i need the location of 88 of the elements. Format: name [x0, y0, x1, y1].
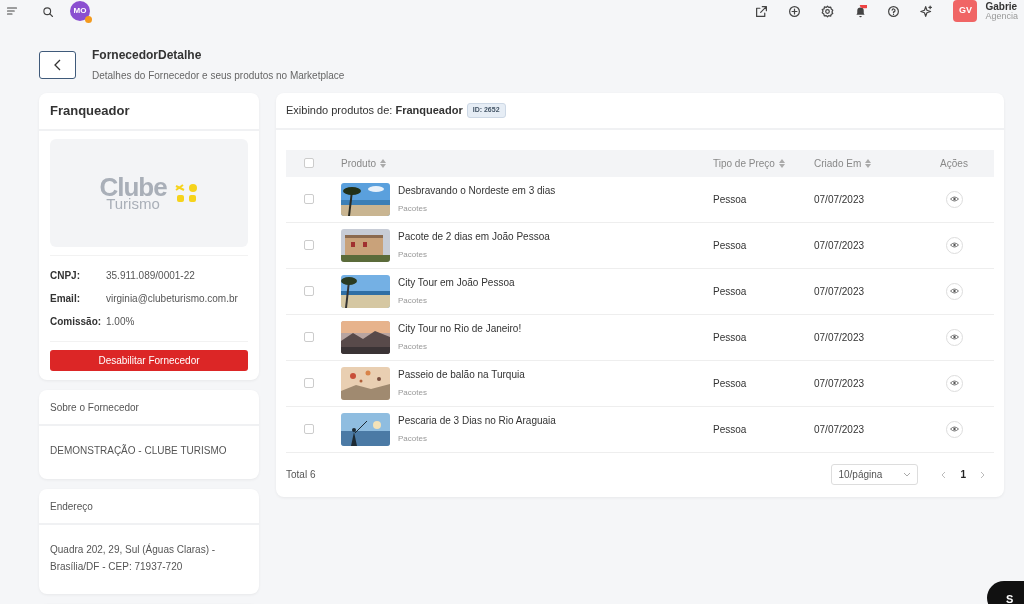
card-title: Exibindo produtos de: Franqueador [286, 103, 463, 118]
column-header: Criado Em [814, 156, 862, 171]
menu-icon[interactable] [6, 5, 18, 17]
add-icon[interactable] [788, 4, 802, 18]
product-category: Pacotes [398, 249, 428, 261]
select-all-checkbox[interactable] [304, 158, 314, 168]
table-cell: Pessoa [713, 377, 747, 389]
table-cell: 07/07/2023 [814, 239, 865, 251]
page-button[interactable]: 1 [960, 467, 966, 482]
column-header: Produto [341, 156, 377, 171]
sort-icon[interactable] [778, 158, 785, 168]
page-title: FornecedorDetalhe [92, 47, 203, 64]
sort-icon[interactable] [865, 158, 872, 168]
search-icon[interactable] [42, 5, 54, 18]
view-button[interactable] [945, 328, 963, 346]
field-label: CNPJ: [50, 268, 81, 283]
view-button[interactable] [945, 190, 963, 208]
field-value: virginia@clubeturismo.com.br [106, 291, 238, 306]
product-name: City Tour no Rio de Janeiro! [398, 322, 522, 336]
next-page-icon[interactable] [980, 470, 986, 479]
total-count: Total 6 [286, 468, 316, 482]
row-checkbox[interactable] [304, 286, 314, 296]
page-subtitle: Detalhes do Fornecedor e seus produtos no Marketplace [92, 69, 345, 83]
table-cell: Pessoa [713, 331, 747, 343]
settings-icon[interactable] [821, 4, 835, 18]
row-checkbox[interactable] [304, 378, 314, 388]
row-checkbox[interactable] [304, 240, 314, 250]
row-checkbox[interactable] [304, 332, 314, 342]
previous-page-icon[interactable] [940, 470, 947, 479]
product-name: Desbravando o Nordeste em 3 dias [398, 184, 556, 198]
card-text: Quadra 202, 29, Sul (Águas Claras) - Brasília/DF - CEP: 71937-720 [50, 544, 216, 572]
table-cell: 07/07/2023 [814, 331, 865, 343]
card-title: Franqueador [50, 103, 130, 118]
back-icon [52, 58, 63, 71]
external-link-icon[interactable] [755, 4, 769, 18]
eye-icon [949, 242, 959, 248]
field-label: Comissão: [50, 314, 103, 329]
table-cell: Pessoa [713, 285, 747, 297]
logo-text: Turismo [106, 196, 160, 211]
sort-icon[interactable] [380, 158, 387, 168]
notification-icon[interactable] [854, 4, 868, 18]
eye-icon [949, 334, 959, 340]
product-name: City Tour em João Pessoa [398, 276, 515, 290]
eye-icon [949, 426, 959, 432]
product-category: Pacotes [398, 341, 428, 353]
product-category: Pacotes [398, 203, 428, 215]
card-title: Sobre o Fornecedor [50, 401, 139, 413]
table-cell: 07/07/2023 [814, 423, 865, 435]
column-header: Ações [940, 156, 968, 171]
field-value: 1.00% [106, 314, 135, 329]
column-header: Tipo de Preço [713, 156, 775, 171]
view-button[interactable] [945, 282, 963, 300]
table-cell: Pessoa [713, 423, 747, 435]
product-category: Pacotes [398, 433, 428, 445]
chat-button[interactable]: S [987, 581, 1024, 604]
row-checkbox[interactable] [304, 194, 314, 204]
disable-supplier-button[interactable]: Desabilitar Fornecedor [50, 349, 248, 371]
card-title: Endereço [50, 500, 93, 512]
table-cell: Pessoa [713, 193, 747, 205]
view-button[interactable] [945, 236, 963, 254]
user-name: Gabrie [985, 0, 1018, 12]
page-size-select[interactable]: 10/página [831, 464, 919, 485]
table-cell: 07/07/2023 [814, 285, 865, 297]
row-checkbox[interactable] [304, 424, 314, 434]
view-button[interactable] [945, 374, 963, 392]
caret-icon [903, 472, 912, 477]
product-name: Pescaria de 3 Dias no Rio Araguaia [398, 414, 556, 428]
user-avatar[interactable]: MO [70, 1, 90, 21]
eye-icon [949, 288, 959, 294]
logo-icon [174, 182, 199, 203]
product-name: Passeio de balão na Turquia [398, 368, 525, 382]
user-role: Agencia [985, 11, 1018, 22]
status-dot [85, 16, 92, 23]
table-cell: Pessoa [713, 239, 747, 251]
help-icon[interactable] [887, 4, 901, 18]
card-text: DEMONSTRAÇÃO - CLUBE TURISMO [50, 445, 227, 456]
field-value: 35.911.089/0001-22 [106, 268, 195, 283]
table-cell: 07/07/2023 [814, 193, 865, 205]
table-cell: 07/07/2023 [814, 377, 865, 389]
product-name: Pacote de 2 dias em João Pessoa [398, 230, 550, 244]
back-button[interactable] [39, 50, 76, 79]
eye-icon [949, 380, 959, 386]
product-category: Pacotes [398, 387, 428, 399]
view-button[interactable] [945, 420, 963, 438]
sparkle-icon[interactable] [920, 4, 934, 18]
field-label: Email: [50, 291, 81, 306]
product-category: Pacotes [398, 295, 428, 307]
eye-icon [949, 196, 959, 202]
